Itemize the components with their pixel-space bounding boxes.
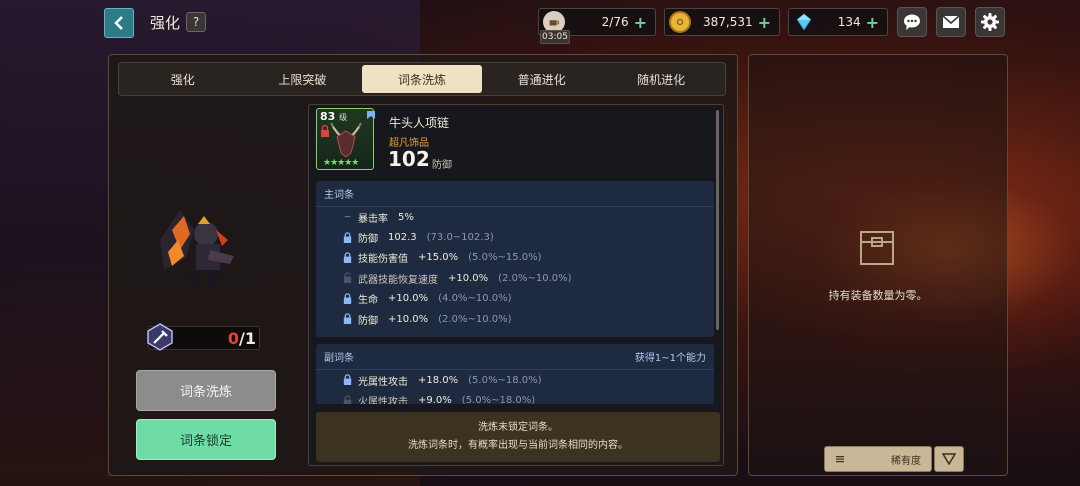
lock-icon[interactable] [342, 231, 354, 244]
filter-button[interactable] [934, 446, 964, 472]
option-range: (4.0%~10.0%) [438, 293, 512, 305]
reroll-material-icon [147, 323, 173, 351]
lock-icon[interactable] [342, 374, 354, 386]
option-name: 防御 [358, 234, 378, 246]
material-count: 0/1 [227, 329, 256, 348]
gold-value: 387,531 [702, 15, 753, 29]
gold-coin-icon [669, 11, 691, 33]
option-row[interactable]: 暴击率 5% [316, 207, 714, 227]
empty-chest-icon [860, 231, 894, 265]
lock-icon[interactable] [342, 313, 354, 325]
reroll-button[interactable]: 词条洗炼 [136, 370, 276, 411]
dash-icon [342, 211, 354, 223]
gold-add-button[interactable]: + [758, 13, 771, 32]
item-stars: ★★★★★ [323, 158, 359, 168]
back-button[interactable] [104, 8, 134, 38]
lock-options-button[interactable]: 词条锁定 [136, 419, 276, 460]
option-name: 光属性攻击 [358, 376, 408, 388]
tab-normal-evolution[interactable]: 普通进化 [482, 65, 602, 93]
option-range: (5.0%~18.0%) [461, 395, 536, 404]
option-value: +18.0% [418, 374, 459, 386]
tab-limit-break[interactable]: 上限突破 [243, 65, 363, 93]
chat-bubble-icon [904, 14, 920, 30]
mail-envelope-icon [942, 15, 960, 28]
option-range: (2.0%~10.0%) [498, 272, 572, 284]
option-name: 暴击率 [358, 213, 388, 225]
option-value: +10.0% [448, 272, 489, 284]
reroll-notice: 洗炼未锁定词条。 洗炼词条时，有概率出现与当前词条相同的内容。 [316, 412, 720, 462]
gear-icon [981, 13, 999, 31]
detail-scrollbar[interactable] [716, 110, 719, 330]
option-row[interactable]: 技能伤害值 +15.0% (5.0%~15.0%) [316, 248, 714, 268]
triangle-filter-icon [942, 453, 956, 465]
stamina-value: 2/76 [601, 15, 629, 29]
character-preview [160, 210, 234, 284]
option-row[interactable]: 光属性攻击 +18.0% (5.0%~18.0%) [316, 370, 714, 390]
sub-options-section: 副词条 获得1~1个能力 光属性攻击 +18.0% (5.0%~18.0%) 火属性攻… [316, 344, 714, 404]
option-value: +10.0% [388, 313, 429, 325]
menu-lines-icon [836, 456, 844, 463]
help-button[interactable]: ? [186, 12, 206, 32]
stamina-add-button[interactable]: + [634, 13, 647, 32]
option-range: (5.0%~18.0%) [468, 374, 542, 386]
tab-bar: 强化 上限突破 词条洗炼 普通进化 随机进化 [118, 62, 726, 96]
unlock-icon[interactable] [342, 394, 354, 404]
option-value: 102.3 [388, 232, 417, 244]
option-row[interactable]: 防御 102.3 (73.0~102.3) [316, 227, 714, 247]
gold-resource: 387,531 + [664, 8, 780, 36]
stamina-timer: 03:05 [540, 30, 570, 44]
mail-button[interactable] [936, 7, 966, 37]
main-options-section: 主词条 暴击率 5% 防御 102.3 (73.0~102.3) 技能伤害值 +15.0% (… [316, 181, 714, 337]
main-options-header: 主词条 [316, 181, 714, 207]
option-name: 防御 [358, 315, 378, 327]
option-value: 5% [398, 211, 414, 223]
option-name: 生命 [358, 295, 378, 307]
option-range: (2.0%~10.0%) [438, 313, 512, 325]
option-value: +10.0% [388, 293, 429, 305]
option-name: 武器技能恢复速度 [358, 274, 438, 286]
option-name: 技能伤害值 [358, 254, 408, 266]
diamond-gem-icon [793, 11, 815, 33]
sort-label: 稀有度 [891, 455, 921, 467]
sub-options-header: 副词条 获得1~1个能力 [316, 344, 714, 370]
gems-add-button[interactable]: + [866, 13, 879, 32]
empty-inventory-text: 持有装备数量为零。 [828, 289, 928, 302]
unlock-icon[interactable] [342, 272, 354, 284]
sort-rarity-button[interactable]: 稀有度 [824, 446, 932, 472]
item-lock-icon [321, 125, 329, 137]
option-range: (73.0~102.3) [426, 232, 494, 244]
lock-icon[interactable] [342, 293, 354, 305]
settings-button[interactable] [975, 7, 1005, 37]
item-main-value: 102 [388, 147, 430, 171]
chat-button[interactable] [897, 7, 927, 37]
option-row[interactable]: 武器技能恢复速度 +10.0% (2.0%~10.0%) [316, 268, 714, 288]
item-main-value-label: 防御 [432, 160, 452, 171]
tab-random-evolution[interactable]: 随机进化 [601, 65, 721, 93]
option-range: (5.0%~15.0%) [468, 252, 542, 264]
gems-value: 134 [837, 15, 861, 29]
option-value: +15.0% [418, 252, 459, 264]
option-row[interactable]: 防御 +10.0% (2.0%~10.0%) [316, 309, 714, 329]
item-level: 83 级 [320, 110, 348, 123]
option-row[interactable]: 生命 +10.0% (4.0%~10.0%) [316, 289, 714, 309]
tab-option-reroll[interactable]: 词条洗炼 [362, 65, 482, 93]
tab-enhance[interactable]: 强化 [123, 65, 243, 93]
gems-resource: 134 + [788, 8, 888, 36]
bookmark-icon [367, 111, 375, 119]
page-title: 强化 [150, 14, 181, 32]
lock-icon[interactable] [342, 252, 354, 264]
chevron-left-icon [114, 16, 123, 30]
option-row[interactable]: 火属性攻击 +9.0% (5.0%~18.0%) [316, 390, 714, 404]
item-name: 牛头人项链 [389, 116, 450, 130]
option-value: +9.0% [418, 395, 452, 404]
option-name: 火属性攻击 [358, 397, 408, 404]
